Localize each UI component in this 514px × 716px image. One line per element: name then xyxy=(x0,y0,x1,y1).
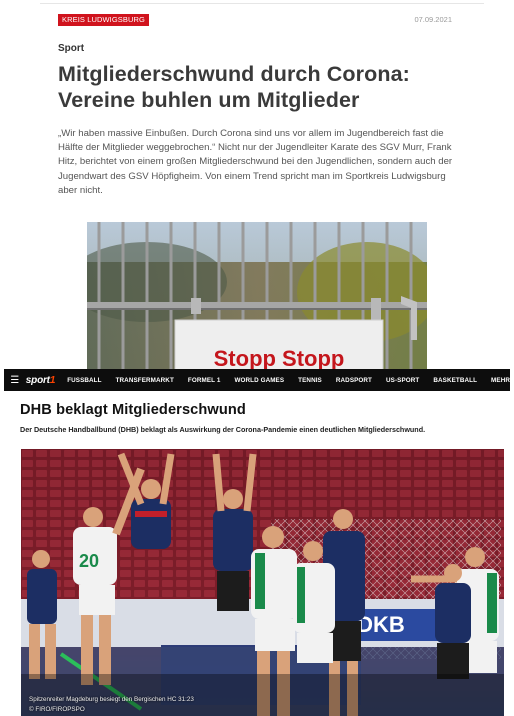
article-image-fence-sign[interactable]: Stopp Stopp xyxy=(87,222,427,370)
category-tag[interactable]: KREIS LUDWIGSBURG xyxy=(58,14,149,26)
nav-item-world-games[interactable]: WORLD GAMES xyxy=(234,377,284,384)
photo-credit: © FIRO/FIROPSPO xyxy=(29,706,85,713)
article-sport1: ☰ sport1 FUSSBALL TRANSFERMARKT FORMEL 1… xyxy=(0,369,514,716)
nav-items: FUSSBALL TRANSFERMARKT FORMEL 1 WORLD GA… xyxy=(67,377,510,384)
article-title[interactable]: DHB beklagt Mitgliederschwund xyxy=(20,402,246,418)
hamburger-menu-icon[interactable]: ☰ xyxy=(8,369,22,391)
jersey-number: 20 xyxy=(79,551,99,571)
nav-item-tennis[interactable]: TENNIS xyxy=(298,377,322,384)
article-title[interactable]: Mitgliederschwund durch Corona: Vereine … xyxy=(58,61,478,113)
logo-text: sport xyxy=(25,374,50,386)
article-image-handball[interactable]: DKB 20 Spitzenreiter Magdeburg besiegt d… xyxy=(21,449,504,716)
article-kicker[interactable]: Sport xyxy=(58,43,84,54)
logo-suffix: 1 xyxy=(49,374,56,386)
sport1-logo[interactable]: sport1 xyxy=(25,374,56,386)
nav-item-transfermarkt[interactable]: TRANSFERMARKT xyxy=(116,377,174,384)
fence-photo-illustration: Stopp Stopp xyxy=(87,222,427,370)
photo-caption: Spitzenreiter Magdeburg besiegt den Berg… xyxy=(29,696,194,703)
nav-item-formel-1[interactable]: FORMEL 1 xyxy=(188,377,221,384)
top-navigation: ☰ sport1 FUSSBALL TRANSFERMARKT FORMEL 1… xyxy=(4,369,510,391)
nav-item-fussball[interactable]: FUSSBALL xyxy=(67,377,101,384)
article-lead: Der Deutsche Handballbund (DHB) beklagt … xyxy=(20,425,426,434)
article-lead: „Wir haben massive Einbußen. Durch Coron… xyxy=(58,128,453,196)
divider xyxy=(40,3,484,4)
nav-item-basketball[interactable]: BASKETBALL xyxy=(433,377,477,384)
nav-item-us-sport[interactable]: US-SPORT xyxy=(386,377,419,384)
article-local-news: KREIS LUDWIGSBURG 07.09.2021 Sport Mitgl… xyxy=(0,0,514,370)
nav-item-radsport[interactable]: RADSPORT xyxy=(336,377,372,384)
sign-text: Stopp Stopp xyxy=(214,346,345,370)
nav-item-mehr[interactable]: MEHR xyxy=(491,377,510,384)
article-date: 07.09.2021 xyxy=(414,15,452,24)
handball-photo-illustration: DKB 20 xyxy=(21,449,504,716)
